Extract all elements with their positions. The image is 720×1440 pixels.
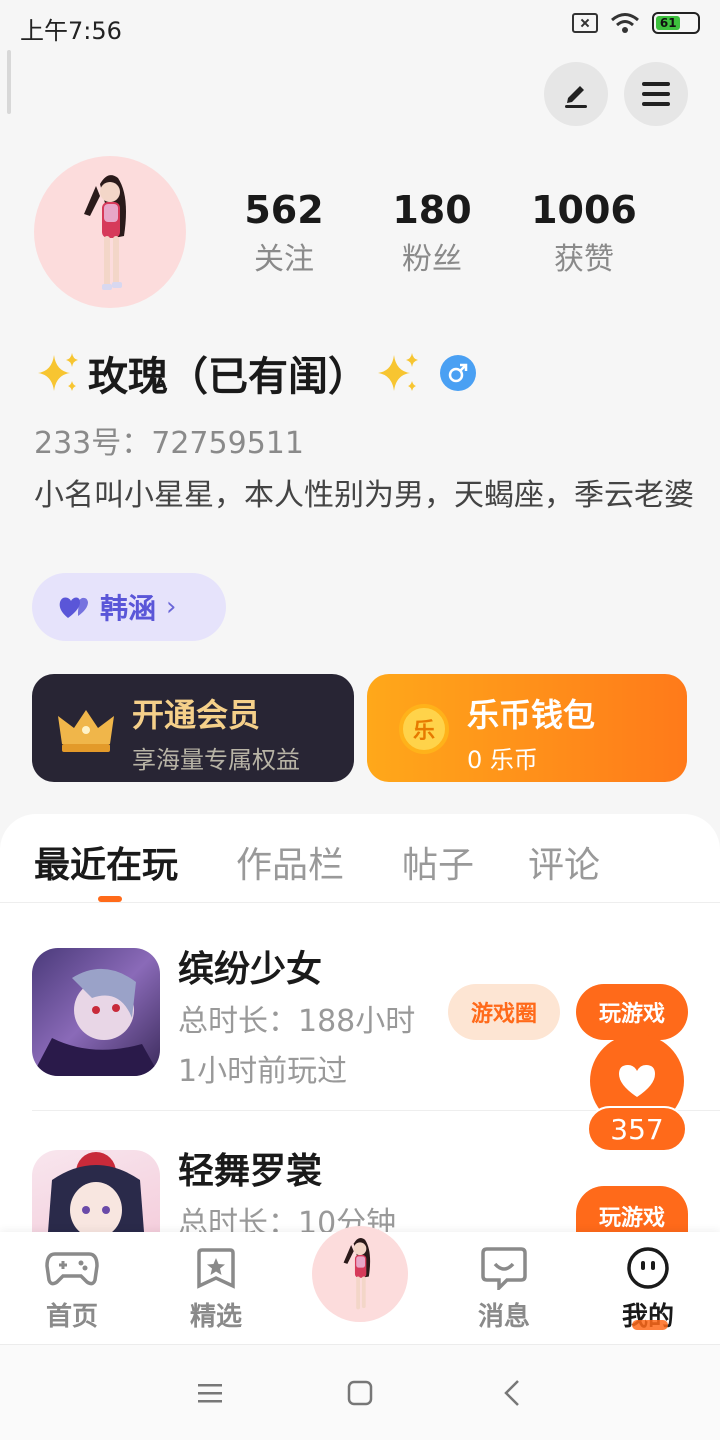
game-last-played: 1小时前玩过 [178, 1054, 348, 1089]
edit-icon [565, 86, 587, 108]
nav-home-label: 首页 [45, 1302, 98, 1332]
menu-button[interactable] [624, 62, 688, 126]
game-icon[interactable] [32, 948, 160, 1076]
tab-posts[interactable]: 帖子 [402, 836, 474, 888]
game-art [48, 1152, 144, 1238]
status-time: 上午7:56 [20, 17, 122, 45]
sparkle-icon [378, 353, 418, 391]
profile-tabs: 最近在玩 作品栏 帖子 评论 [0, 836, 720, 902]
home-button[interactable] [340, 1375, 380, 1411]
menu-icon [642, 82, 670, 106]
vip-card[interactable]: 开通会员 享海量专属权益 [32, 674, 354, 782]
following-label: 关注 [254, 242, 314, 277]
nav-messages-label: 消息 [477, 1302, 530, 1332]
nav-home[interactable]: 首页 [17, 1246, 127, 1333]
avatar-figure [84, 175, 126, 290]
recent-apps-button[interactable] [190, 1375, 230, 1411]
username-row: 玫瑰（已有闺） [34, 344, 476, 402]
couple-tag-button[interactable]: 韩涵 › [32, 573, 226, 641]
user-id: 233号：72759511 [34, 426, 304, 461]
edit-profile-button[interactable] [544, 62, 608, 126]
wallet-title: 乐币钱包 [467, 696, 596, 734]
scroll-indicator [7, 50, 11, 114]
tab-recent-played[interactable]: 最近在玩 [34, 836, 178, 888]
likes-label: 获赞 [554, 242, 614, 277]
chevron-right-icon: › [166, 592, 177, 622]
status-bar: 上午7:56 61 [0, 0, 720, 52]
like-count-badge: 357 [587, 1106, 687, 1152]
wallet-balance: 0 乐币 [467, 746, 538, 774]
battery-icon: 61 [652, 12, 700, 34]
fans-stat[interactable]: 180 粉丝 [362, 188, 502, 278]
tab-works[interactable]: 作品栏 [236, 836, 344, 888]
game-name[interactable]: 缤纷少女 [178, 940, 322, 992]
tabs-divider [0, 902, 720, 903]
system-nav-bar [0, 1344, 720, 1440]
back-arrow-icon [504, 1380, 519, 1406]
vip-subtitle: 享海量专属权益 [132, 746, 300, 774]
star-bookmark-icon [188, 1246, 244, 1290]
coin-icon: 乐 [399, 704, 449, 754]
avatar-figure [343, 1238, 371, 1310]
no-sim-icon [572, 13, 598, 33]
user-bio: 小名叫小星星，本人性别为男，天蝎座，季云老婆 [34, 478, 694, 513]
game-name[interactable]: 轻舞罗裳 [178, 1142, 322, 1194]
double-heart-icon [59, 597, 88, 618]
game-duration: 总时长：188小时 [178, 1004, 416, 1039]
crown-icon [58, 710, 114, 752]
chat-bubble-icon [476, 1246, 532, 1290]
game-circle-button[interactable]: 游戏圈 [448, 984, 560, 1040]
wifi-icon [611, 13, 639, 33]
tab-comments[interactable]: 评论 [528, 836, 600, 888]
male-gender-icon [440, 355, 476, 391]
status-icons: 61 [572, 12, 700, 34]
battery-level: 61 [656, 16, 681, 30]
profile-avatar[interactable] [34, 156, 186, 308]
play-game-button[interactable]: 玩游戏 [576, 984, 688, 1040]
square-icon [347, 1380, 373, 1406]
sparkle-icon [38, 353, 78, 391]
play-game-button[interactable]: 玩游戏 [576, 1186, 688, 1232]
fans-count: 180 [392, 188, 472, 232]
couple-tag-label: 韩涵 [100, 592, 157, 625]
active-nav-indicator [632, 1320, 668, 1330]
nav-messages[interactable]: 消息 [449, 1246, 559, 1333]
face-icon [620, 1246, 676, 1290]
wallet-card[interactable]: 乐 乐币钱包 0 乐币 [367, 674, 687, 782]
following-count: 562 [244, 188, 324, 232]
game-art [32, 968, 160, 1076]
username: 玫瑰（已有闺） [88, 354, 368, 400]
fans-label: 粉丝 [402, 242, 462, 277]
gamepad-icon [44, 1246, 100, 1290]
back-button[interactable] [492, 1375, 532, 1411]
nav-featured-label: 精选 [189, 1302, 242, 1332]
nav-center-avatar[interactable] [312, 1226, 408, 1322]
coin-symbol: 乐 [412, 719, 435, 744]
following-stat[interactable]: 562 关注 [214, 188, 354, 278]
nav-featured[interactable]: 精选 [161, 1246, 271, 1333]
likes-stat[interactable]: 1006 获赞 [514, 188, 654, 278]
heart-icon [619, 1065, 655, 1097]
likes-count: 1006 [531, 188, 637, 232]
vip-title: 开通会员 [132, 696, 261, 734]
menu-lines-icon [198, 1384, 222, 1403]
